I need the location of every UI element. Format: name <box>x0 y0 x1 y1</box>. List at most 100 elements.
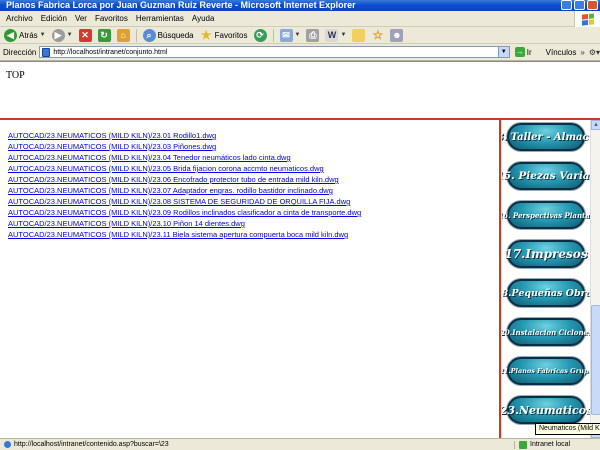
nav-button-label: 21.Planos Fabricas Grupo <box>502 367 590 375</box>
print-button[interactable]: ⎙ <box>304 28 321 43</box>
stop-icon: ✕ <box>78 28 92 42</box>
nav-button-pequenas-obras[interactable]: 18.Pequeñas Obras <box>502 279 590 307</box>
back-label: Atrás <box>19 30 38 40</box>
file-list: AUTOCAD/23.NEUMATICOS (MILD KILN)/23.01 … <box>8 130 361 240</box>
nav-button-taller-almacen[interactable]: 13. Taller - Almacen <box>502 123 590 151</box>
discuss-button[interactable] <box>350 28 367 43</box>
chevron-down-icon[interactable]: ▼ <box>340 32 346 38</box>
maximize-button[interactable] <box>574 0 585 10</box>
top-frame-text: TOP <box>6 70 25 81</box>
nav-button-planos-fabricas-grupo[interactable]: 21.Planos Fabricas Grupo <box>502 357 590 385</box>
nav-button-neumaticos[interactable]: 23.Neumaticos <box>502 396 590 424</box>
list-item: AUTOCAD/23.NEUMATICOS (MILD KILN)/23.01 … <box>8 130 361 141</box>
search-icon: ⌕ <box>142 28 156 42</box>
menu-ayuda[interactable]: Ayuda <box>188 14 219 23</box>
nav-button-impresos[interactable]: 17.Impresos <box>504 240 588 268</box>
scroll-up-icon[interactable]: ▲ <box>591 120 600 130</box>
favorites-button[interactable]: ★ Favoritos <box>198 28 250 43</box>
mail-button[interactable]: ✉ ▼ <box>278 28 303 43</box>
nav-button-label: 16. Perspectivas Plantas <box>502 210 590 220</box>
chevron-down-icon[interactable]: ▼ <box>497 47 509 57</box>
nav-button-piezas-varias[interactable]: 15. Piezas Varias <box>502 162 590 190</box>
forward-button[interactable]: ▶ ▼ <box>50 28 75 43</box>
messenger-icon: ☻ <box>390 28 404 42</box>
home-button[interactable]: ⌂ <box>115 28 132 43</box>
status-zone: Intranet local <box>514 440 600 449</box>
refresh-button[interactable]: ↻ <box>96 28 113 43</box>
file-link[interactable]: AUTOCAD/23.NEUMATICOS (MILD KILN)/23.03 … <box>8 142 216 151</box>
toolbar-separator <box>272 28 274 42</box>
close-button[interactable] <box>587 0 598 10</box>
nav-button-label: 20.Instalacion Ciclones <box>502 327 590 337</box>
nav-button-label: 23.Neumaticos <box>502 403 590 417</box>
file-link[interactable]: AUTOCAD/23.NEUMATICOS (MILD KILN)/23.05 … <box>8 164 324 173</box>
nav-button-label: 18.Pequeñas Obras <box>502 287 590 299</box>
star-outline-icon: ☆ <box>372 28 384 42</box>
research-button[interactable]: ☆ <box>369 28 386 43</box>
status-url: http://localhost/intranet/contenido.asp?… <box>0 441 514 448</box>
menu-ver[interactable]: Ver <box>71 14 91 23</box>
window-title: Planos Fabrica Lorca por Juan Guzman Rui… <box>6 0 356 10</box>
scrollbar-thumb[interactable] <box>591 305 600 415</box>
list-item: AUTOCAD/23.NEUMATICOS (MILD KILN)/23.07 … <box>8 185 361 196</box>
back-button[interactable]: ◀ Atrás ▼ <box>2 28 48 43</box>
list-item: AUTOCAD/23.NEUMATICOS (MILD KILN)/23.09 … <box>8 207 361 218</box>
printer-icon: ⎙ <box>306 28 320 42</box>
go-button[interactable]: → Ir <box>514 47 532 57</box>
minimize-button[interactable] <box>561 0 572 10</box>
file-link[interactable]: AUTOCAD/23.NEUMATICOS (MILD KILN)/23.07 … <box>8 186 333 195</box>
history-button[interactable]: ⟳ <box>252 28 269 43</box>
nav-scrollbar[interactable]: ▲ ▼ <box>590 120 600 438</box>
messenger-button[interactable]: ☻ <box>388 28 405 43</box>
file-link[interactable]: AUTOCAD/23.NEUMATICOS (MILD KILN)/23.08 … <box>8 197 350 206</box>
menu-bar: Archivo Edición Ver Favoritos Herramient… <box>0 11 600 27</box>
nav-button-label: 15. Piezas Varias <box>502 170 590 182</box>
chevron-down-icon[interactable]: ▼ <box>67 32 73 38</box>
toolbar-options-icon[interactable]: ⚙▾ <box>589 48 600 57</box>
nav-button-label: 13. Taller - Almacen <box>502 131 590 143</box>
favorites-label: Favoritos <box>214 30 248 40</box>
address-url: http://localhost/intranet/conjunto.html <box>53 48 168 56</box>
ie-page-icon <box>4 441 11 448</box>
file-link[interactable]: AUTOCAD/23.NEUMATICOS (MILD KILN)/23.09 … <box>8 208 361 217</box>
menu-edicion[interactable]: Edición <box>37 14 71 23</box>
address-bar: Dirección http://localhost/intranet/conj… <box>0 44 600 61</box>
nav-button-label: 17.Impresos <box>504 247 588 261</box>
menu-herramientas[interactable]: Herramientas <box>132 14 188 23</box>
window-controls <box>561 0 598 10</box>
file-link[interactable]: AUTOCAD/23.NEUMATICOS (MILD KILN)/23.11 … <box>8 230 348 239</box>
chevron-down-icon[interactable]: ▼ <box>40 32 46 38</box>
status-url-text: http://localhost/intranet/contenido.asp?… <box>14 441 169 448</box>
search-label: Búsqueda <box>157 30 194 40</box>
toolbar-separator <box>135 28 137 42</box>
file-link[interactable]: AUTOCAD/23.NEUMATICOS (MILD KILN)/23.10 … <box>8 219 245 228</box>
search-button[interactable]: ⌕ Búsqueda <box>141 28 196 43</box>
list-item: AUTOCAD/23.NEUMATICOS (MILD KILN)/23.08 … <box>8 196 361 207</box>
list-item: AUTOCAD/23.NEUMATICOS (MILD KILN)/23.04 … <box>8 152 361 163</box>
edit-button[interactable]: W ▼ <box>323 28 348 43</box>
home-icon: ⌂ <box>116 28 130 42</box>
go-arrow-icon: → <box>514 47 525 57</box>
windows-logo-icon <box>574 11 600 27</box>
nav-button-perspectivas-plantas[interactable]: 16. Perspectivas Plantas <box>502 201 590 229</box>
forward-arrow-icon: ▶ <box>51 28 65 42</box>
file-link[interactable]: AUTOCAD/23.NEUMATICOS (MILD KILN)/23.06 … <box>8 175 339 184</box>
menu-archivo[interactable]: Archivo <box>2 14 37 23</box>
page-icon <box>42 47 51 57</box>
links-button[interactable]: Vínculos <box>546 48 577 57</box>
file-link[interactable]: AUTOCAD/23.NEUMATICOS (MILD KILN)/23.04 … <box>8 153 291 162</box>
chevron-down-icon[interactable]: ▼ <box>295 32 301 38</box>
chevron-right-icon[interactable]: » <box>580 48 584 57</box>
list-item: AUTOCAD/23.NEUMATICOS (MILD KILN)/23.06 … <box>8 174 361 185</box>
stop-button[interactable]: ✕ <box>77 28 94 43</box>
tooltip: Neumaticos (Mild Kiln) <box>535 423 600 435</box>
folder-icon <box>352 28 366 42</box>
intranet-zone-icon <box>519 440 527 449</box>
list-item: AUTOCAD/23.NEUMATICOS (MILD KILN)/23.10 … <box>8 218 361 229</box>
nav-button-instalacion-ciclones[interactable]: 20.Instalacion Ciclones <box>502 318 590 346</box>
edit-document-icon: W <box>325 28 339 42</box>
list-item: AUTOCAD/23.NEUMATICOS (MILD KILN)/23.03 … <box>8 141 361 152</box>
address-input[interactable]: http://localhost/intranet/conjunto.html … <box>39 46 510 58</box>
file-link[interactable]: AUTOCAD/23.NEUMATICOS (MILD KILN)/23.01 … <box>8 131 216 140</box>
menu-favoritos[interactable]: Favoritos <box>91 14 132 23</box>
